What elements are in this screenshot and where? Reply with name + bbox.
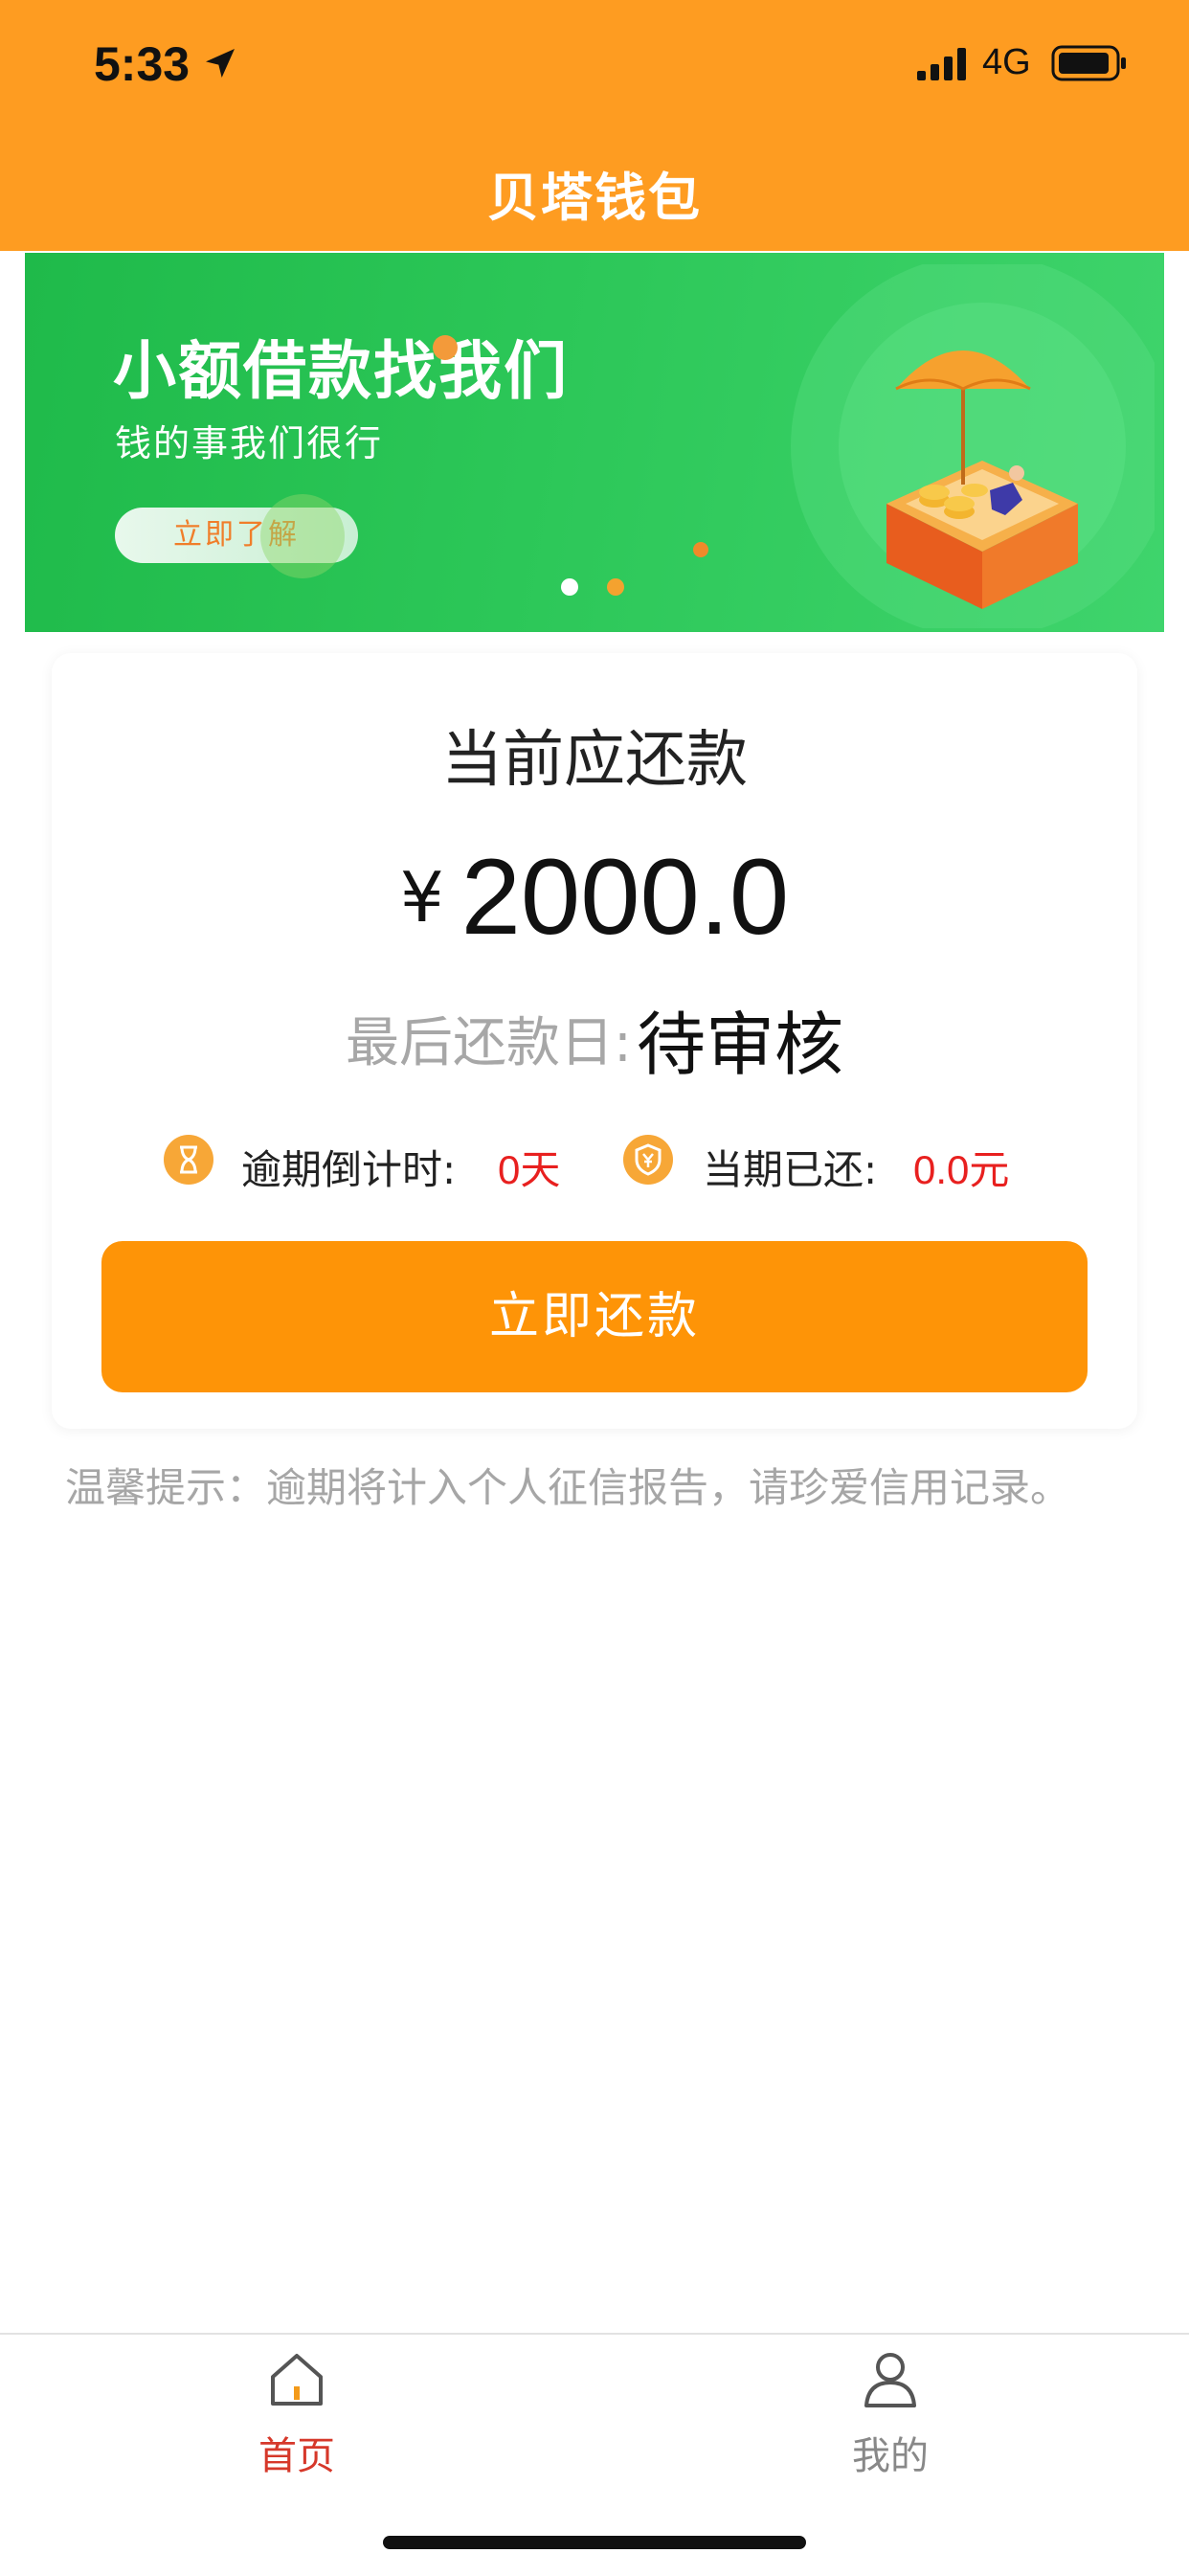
due-amount: 2000.0	[460, 837, 790, 957]
tab-mine[interactable]: 我的	[795, 2348, 986, 2501]
decor-dot-icon	[693, 542, 708, 557]
network-type: 4G	[982, 42, 1031, 82]
home-icon	[271, 2354, 323, 2406]
battery-icon	[1051, 45, 1126, 81]
tab-home-label: 首页	[258, 2434, 335, 2478]
page-title: 贝塔钱包	[487, 168, 702, 228]
paid-this-period-label: 当期已还:	[703, 1146, 878, 1193]
location-arrow-icon	[206, 49, 235, 78]
overdue-countdown-label: 逾期倒计时:	[241, 1146, 457, 1193]
due-date-label: 最后还款日:	[346, 1012, 632, 1074]
shield-yen-icon	[623, 1135, 673, 1185]
amount-row: ¥2000.0	[52, 835, 1137, 959]
user-icon	[864, 2353, 916, 2407]
promo-banner[interactable]: 小额借款找我们 钱的事我们很行 立即了解	[25, 253, 1164, 632]
currency-symbol: ¥	[399, 856, 444, 938]
tab-mine-label: 我的	[852, 2434, 929, 2478]
credit-tip: 温馨提示：逾期将计入个人征信报告，请珍爱信用记录。	[65, 1464, 1071, 1511]
banner-subtitle: 钱的事我们很行	[115, 422, 384, 464]
decor-orb-icon	[433, 335, 458, 360]
umbrella-coins-illustration	[791, 264, 1155, 628]
overdue-countdown-value: 0天	[498, 1147, 561, 1192]
decor-circle-icon	[260, 494, 345, 578]
carousel-dot	[607, 578, 624, 596]
paid-this-period-value: 0.0元	[913, 1147, 1010, 1192]
home-indicator[interactable]	[383, 2536, 806, 2549]
top-bar: 5:33 4G 贝塔钱包	[0, 0, 1189, 251]
status-time: 5:33	[94, 37, 191, 91]
carousel-dot-active	[561, 578, 578, 596]
repayment-card: 当前应还款 ¥2000.0 最后还款日: 待审核 逾期倒计时: 0天 当期已还:…	[52, 653, 1137, 1429]
due-date-value: 待审核	[636, 1005, 843, 1085]
current-due-title: 当前应还款	[441, 725, 748, 796]
repayment-info-row: 逾期倒计时: 0天 当期已还: 0.0元	[52, 1132, 1137, 1193]
due-date-row: 最后还款日: 待审核	[52, 988, 1137, 1089]
cellular-signal-icon	[917, 48, 966, 80]
hourglass-icon	[164, 1135, 213, 1185]
banner-headline: 小额借款找我们	[113, 334, 569, 408]
repay-now-button[interactable]: 立即还款	[101, 1241, 1088, 1392]
tab-home[interactable]: 首页	[201, 2348, 393, 2501]
